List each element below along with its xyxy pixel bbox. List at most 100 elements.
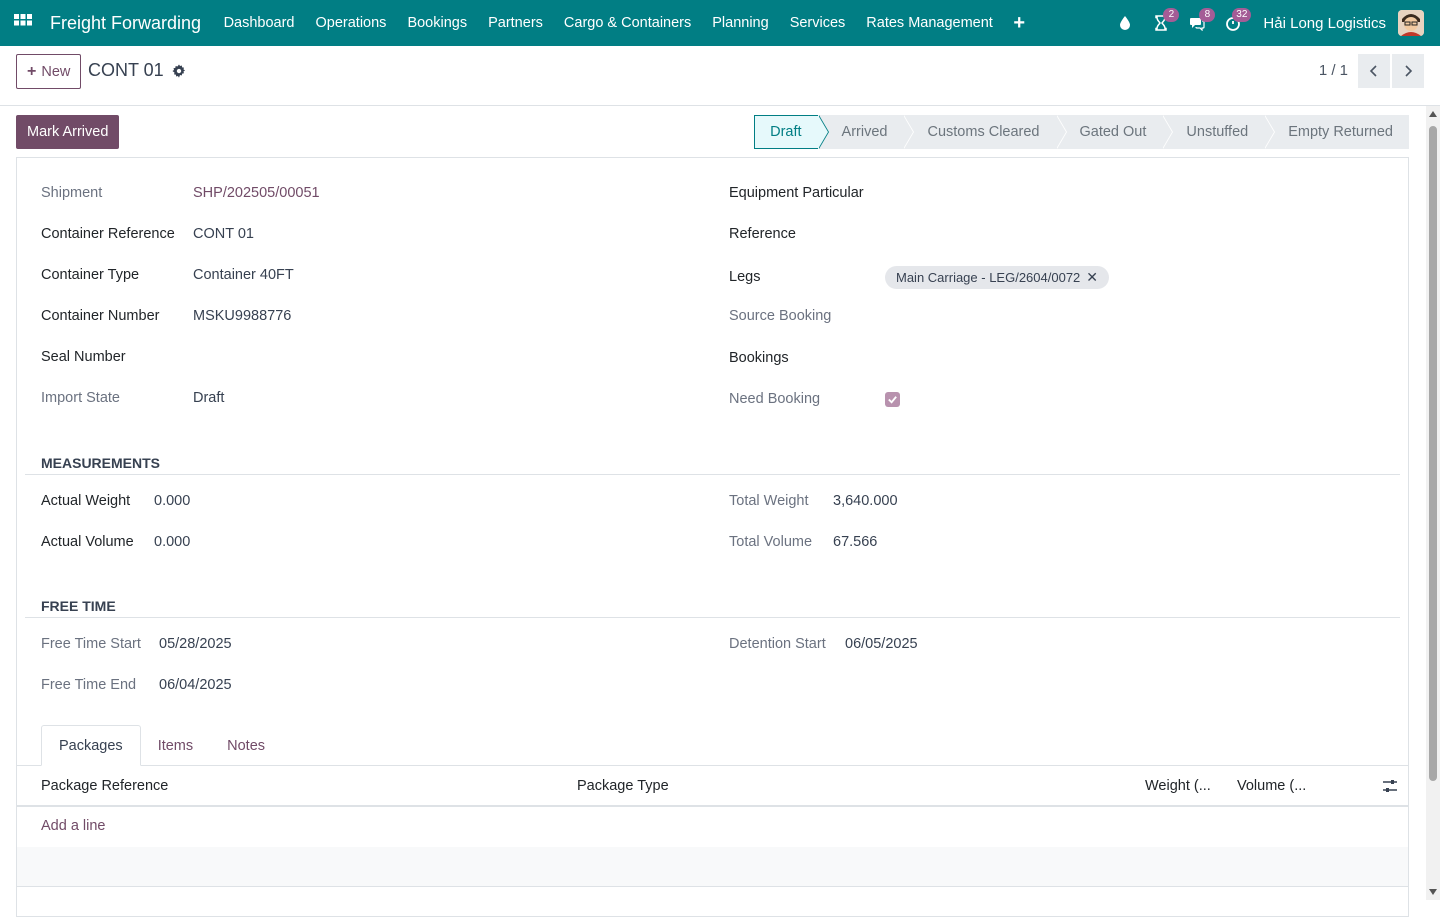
tab-items[interactable]: Items	[141, 725, 210, 766]
container-type-field: Container Type Container 40FT	[41, 264, 294, 286]
legs-label: Legs	[729, 269, 761, 285]
pager-previous-icon[interactable]	[1358, 54, 1390, 88]
legs-tag[interactable]: Main Carriage - LEG/2604/0072 ✕	[885, 265, 1110, 289]
menu-cargo-containers[interactable]: Cargo & Containers	[553, 15, 701, 31]
seal-number-input[interactable]	[193, 346, 493, 368]
company-switcher[interactable]: Hải Long Logistics	[1263, 15, 1386, 32]
column-volume[interactable]: Volume (...	[1237, 778, 1306, 794]
scroll-up-icon[interactable]	[1429, 111, 1437, 117]
shipment-field: Shipment SHP/202505/00051	[41, 182, 320, 204]
total-weight-value: 3,640.000	[833, 493, 898, 509]
reference-label: Reference	[729, 226, 796, 242]
container-reference-label: Container Reference	[41, 226, 175, 242]
menu-add-icon[interactable]: +	[1003, 12, 1035, 35]
actual-volume-field: Actual Volume 0.000	[41, 531, 190, 553]
stage-arrived[interactable]: Arrived	[817, 115, 915, 149]
container-reference-input[interactable]: CONT 01	[193, 226, 254, 242]
new-button[interactable]: + New	[16, 54, 82, 89]
user-avatar[interactable]	[1398, 10, 1424, 36]
bookings-input[interactable]	[885, 347, 1285, 369]
seal-number-field: Seal Number	[41, 346, 493, 368]
column-package-type[interactable]: Package Type	[577, 778, 669, 794]
optional-columns-icon[interactable]	[1382, 778, 1398, 797]
table-row	[17, 847, 1408, 886]
top-navbar: Freight Forwarding Dashboard Operations …	[0, 0, 1440, 46]
container-type-select[interactable]: Container 40FT	[193, 267, 294, 283]
detention-start-field: Detention Start 06/05/2025	[729, 633, 918, 655]
column-weight[interactable]: Weight (...	[1145, 778, 1211, 794]
scroll-down-icon[interactable]	[1429, 889, 1437, 895]
pager-value[interactable]: 1 / 1	[1319, 62, 1348, 79]
total-volume-field: Total Volume 67.566	[729, 531, 877, 553]
free-time-section-title: FREE TIME	[41, 598, 116, 614]
main-menu: Dashboard Operations Bookings Partners C…	[213, 12, 1035, 35]
actual-weight-field: Actual Weight 0.000	[41, 490, 190, 512]
droplet-icon[interactable]	[1107, 0, 1143, 46]
tab-notes[interactable]: Notes	[210, 725, 282, 766]
equipment-particular-input[interactable]	[885, 182, 1285, 204]
remove-tag-icon[interactable]: ✕	[1086, 269, 1098, 286]
equipment-particular-field: Equipment Particular	[729, 182, 1285, 204]
activity-badge: 2	[1163, 8, 1180, 22]
messages-icon[interactable]: 8	[1179, 0, 1216, 46]
total-volume-label: Total Volume	[729, 534, 813, 550]
need-booking-checkbox[interactable]	[885, 391, 900, 407]
stage-pipeline: Draft Arrived Customs Cleared Gated Out …	[754, 115, 1409, 149]
measurements-section-title: MEASUREMENTS	[41, 455, 161, 471]
messages-badge: 8	[1199, 8, 1216, 22]
container-reference-field: Container Reference CONT 01	[41, 223, 254, 245]
activity-hourglass-icon[interactable]: 2	[1143, 0, 1180, 46]
legs-field: Legs Main Carriage - LEG/2604/0072 ✕	[729, 264, 1110, 290]
menu-planning[interactable]: Planning	[702, 15, 779, 31]
stage-draft[interactable]: Draft	[754, 115, 830, 149]
seal-number-label: Seal Number	[41, 349, 126, 365]
record-name: CONT 01	[88, 60, 164, 80]
menu-rates-management[interactable]: Rates Management	[856, 15, 1004, 31]
free-time-start-field: Free Time Start 05/28/2025	[41, 633, 232, 655]
bookings-label: Bookings	[729, 350, 789, 366]
stage-customs-cleared[interactable]: Customs Cleared	[903, 115, 1067, 149]
detention-start-value[interactable]: 06/05/2025	[845, 636, 918, 652]
timer-icon[interactable]: 32	[1215, 0, 1252, 46]
reference-input[interactable]	[885, 223, 1285, 245]
scrollbar[interactable]	[1426, 106, 1440, 900]
need-booking-label: Need Booking	[729, 391, 821, 407]
free-time-divider	[25, 617, 1400, 618]
gear-icon[interactable]	[172, 63, 186, 78]
mark-arrived-button[interactable]: Mark Arrived	[16, 115, 120, 149]
stage-unstuffed[interactable]: Unstuffed	[1162, 115, 1276, 149]
stage-gated-out[interactable]: Gated Out	[1055, 115, 1174, 149]
pager-next-icon[interactable]	[1392, 54, 1424, 88]
table-row-divider	[17, 886, 1408, 887]
form-sheet: Shipment SHP/202505/00051 Container Refe…	[16, 157, 1409, 917]
add-line-link[interactable]: Add a line	[41, 818, 106, 834]
shipment-link[interactable]: SHP/202505/00051	[193, 185, 320, 201]
control-panel: + New CONT 01 1 / 1	[0, 46, 1440, 106]
menu-services[interactable]: Services	[779, 15, 856, 31]
menu-dashboard[interactable]: Dashboard	[213, 15, 305, 31]
container-type-label: Container Type	[41, 267, 140, 283]
reference-field: Reference	[729, 223, 1285, 245]
free-time-end-field: Free Time End 06/04/2025	[41, 674, 232, 696]
menu-operations[interactable]: Operations	[305, 15, 397, 31]
scrollbar-thumb[interactable]	[1429, 126, 1437, 781]
bookings-field: Bookings	[729, 347, 1285, 369]
stage-empty-returned[interactable]: Empty Returned	[1264, 115, 1409, 149]
free-time-end-value[interactable]: 06/04/2025	[159, 677, 232, 693]
import-state-label: Import State	[41, 390, 120, 406]
import-state-field: Import State Draft	[41, 387, 224, 409]
free-time-start-value[interactable]: 05/28/2025	[159, 636, 232, 652]
menu-bookings[interactable]: Bookings	[397, 15, 478, 31]
container-number-input[interactable]: MSKU9988776	[193, 308, 291, 324]
status-bar: Mark Arrived Draft Arrived Customs Clear…	[0, 106, 1440, 158]
menu-partners[interactable]: Partners	[478, 15, 554, 31]
notebook-tabs: Packages Items Notes	[41, 725, 282, 766]
actual-weight-label: Actual Weight	[41, 493, 131, 509]
column-package-reference[interactable]: Package Reference	[41, 778, 168, 794]
tab-packages[interactable]: Packages	[41, 725, 141, 766]
actual-weight-input[interactable]: 0.000	[154, 493, 190, 509]
app-name[interactable]: Freight Forwarding	[50, 13, 201, 34]
container-number-label: Container Number	[41, 308, 160, 324]
actual-volume-input[interactable]: 0.000	[154, 534, 190, 550]
apps-menu-icon[interactable]	[0, 0, 46, 46]
